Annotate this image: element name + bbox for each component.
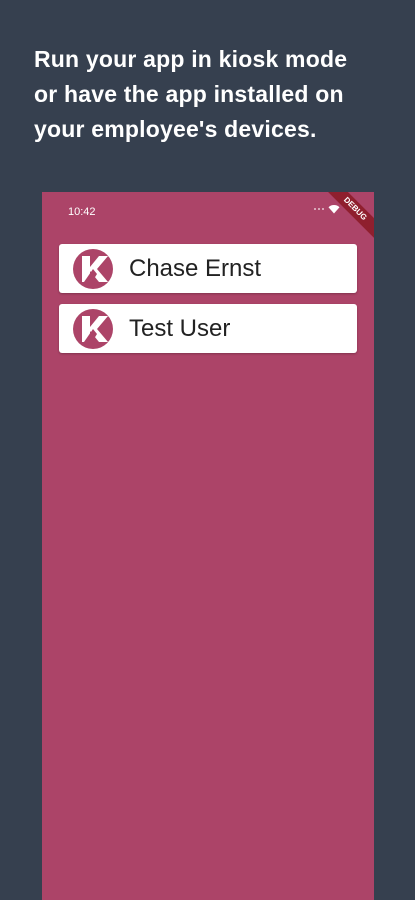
headline-line-1: Run your app in kiosk mode (34, 46, 348, 72)
wifi-icon (328, 205, 340, 214)
status-bar: 10:42 (42, 192, 374, 232)
signal-dots-icon (314, 208, 324, 210)
headline: Run your app in kiosk mode or have the a… (34, 42, 404, 147)
k-logo-icon (73, 248, 113, 289)
headline-line-2: or have the app installed on (34, 81, 344, 107)
status-time: 10:42 (68, 206, 96, 218)
user-card-test-user[interactable]: Test User (59, 304, 357, 353)
user-list: Chase Ernst Test User (59, 244, 357, 364)
k-logo-icon (73, 308, 113, 349)
status-icons (314, 204, 340, 214)
user-card-chase-ernst[interactable]: Chase Ernst (59, 244, 357, 293)
phone-screen: 10:42 DEBUG Chase Ernst Test User (42, 192, 374, 900)
headline-line-3: your employee's devices. (34, 116, 317, 142)
user-name: Test User (129, 314, 231, 342)
user-name: Chase Ernst (129, 254, 262, 282)
